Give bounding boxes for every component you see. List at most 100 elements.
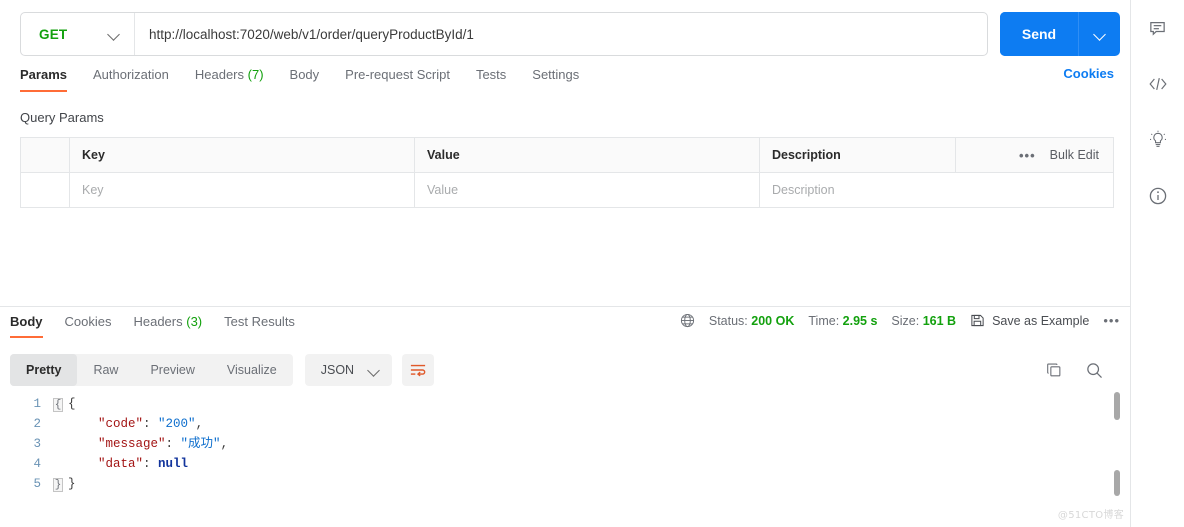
table-header-row: Key Value Description ••• Bulk Edit [21,138,1113,173]
row-key-input[interactable]: Key [70,173,415,207]
tab-settings[interactable]: Settings [532,66,579,92]
response-format-dropdown[interactable]: JSON [304,354,393,386]
send-button[interactable]: Send [1000,12,1078,56]
pane-divider[interactable] [0,306,1130,307]
view-mode-raw[interactable]: Raw [77,354,134,386]
fold-marker [50,454,66,474]
view-mode-segmented-control: Pretty Raw Preview Visualize [10,354,293,386]
tab-test-results[interactable]: Test Results [224,313,295,338]
http-method-dropdown[interactable]: GET [21,13,135,55]
scrollbar-thumb-top[interactable] [1114,392,1120,420]
tab-response-headers[interactable]: Headers (3) [133,313,202,338]
lightbulb-icon[interactable] [1142,124,1174,156]
fold-marker [50,414,66,434]
line-number: 4 [33,457,41,471]
watermark: @51CTO博客 [1057,510,1124,521]
time-label: Time: [808,313,840,328]
response-scrollbar[interactable] [1114,392,1120,522]
save-as-example-button[interactable]: Save as Example [970,313,1089,328]
tab-tests[interactable]: Tests [476,66,506,92]
http-method-label: GET [39,26,68,42]
response-body-viewer[interactable]: 1 2 3 4 5 { } { "code": "200", "message": "成… [0,390,1130,527]
header-key: Key [70,138,415,172]
fold-marker [50,434,66,454]
view-mode-preview[interactable]: Preview [134,354,210,386]
tab-label: Body [10,314,43,329]
code-line: { [68,397,76,411]
header-checkbox-cell [21,138,70,172]
search-button[interactable] [1085,361,1104,380]
size-info: Size: 161 B [891,314,956,328]
query-params-title: Query Params [20,110,104,125]
globe-icon [680,313,695,328]
more-options-icon[interactable]: ••• [1019,148,1036,163]
code-fold-column[interactable]: { } [50,390,66,527]
send-group: Send [1000,12,1120,56]
tab-pre-request-script[interactable]: Pre-request Script [345,66,450,92]
row-checkbox-cell[interactable] [21,173,70,207]
code-line: "message": "成功", [98,437,229,451]
line-number: 3 [33,437,41,451]
response-format-toolbar: Pretty Raw Preview Visualize JSON [10,353,1120,387]
tab-label: Headers [194,67,245,82]
tab-response-body[interactable]: Body [10,313,43,338]
bulk-edit-button[interactable]: Bulk Edit [1050,148,1099,162]
response-format-label: JSON [320,363,355,377]
tab-label: Cookies [64,314,112,329]
header-description: Description [760,138,956,172]
tab-label: Tests [475,67,507,82]
send-options-button[interactable] [1078,12,1120,56]
code-icon[interactable] [1142,68,1174,100]
code-line: } [68,477,76,491]
tab-label: Pre-request Script [345,67,450,82]
tab-label: Body [289,67,320,82]
tab-response-cookies[interactable]: Cookies [65,313,112,338]
time-value: 2.95 s [842,313,878,328]
scrollbar-thumb-bottom[interactable] [1114,470,1120,496]
tab-headers[interactable]: Headers (7) [195,66,264,92]
tab-params[interactable]: Params [20,66,67,92]
code-line: "code": "200", [98,417,204,431]
chevron-down-icon [368,364,380,376]
header-value: Value [415,138,760,172]
view-mode-visualize[interactable]: Visualize [211,354,293,386]
size-label: Size: [891,313,920,328]
info-icon[interactable] [1142,180,1174,212]
response-tools [1045,361,1120,380]
copy-button[interactable] [1045,361,1063,379]
url-box: GET [20,12,988,56]
status-label: Status: [708,313,748,328]
fold-marker[interactable]: { [50,394,66,414]
row-value-input[interactable]: Value [415,173,760,207]
response-more-options-icon[interactable]: ••• [1103,313,1120,328]
line-number-gutter: 1 2 3 4 5 [0,390,50,527]
tab-count: (3) [186,314,203,329]
code-line: "data": null [98,457,189,471]
view-mode-pretty[interactable]: Pretty [10,354,78,386]
chevron-down-icon [1094,28,1106,40]
tab-label: Params [20,67,67,82]
row-description-input[interactable]: Description [760,173,1113,207]
cookies-link[interactable]: Cookies [1063,66,1114,81]
url-input[interactable] [135,14,987,54]
comment-icon[interactable] [1142,12,1174,44]
size-value: 161 B [922,313,957,328]
line-number: 2 [33,417,41,431]
tab-label: Settings [532,67,580,82]
save-as-example-label: Save as Example [992,313,1090,328]
tab-authorization[interactable]: Authorization [93,66,169,92]
fold-marker[interactable]: } [50,474,66,494]
table-row: Key Value Description [21,173,1113,208]
table-actions: ••• Bulk Edit [956,138,1113,172]
status-info: Status: 200 OK [709,314,795,328]
status-value: 200 OK [751,313,795,328]
word-wrap-icon [410,363,426,377]
line-number: 5 [33,477,41,491]
response-meta: Status: 200 OK Time: 2.95 s Size: 161 B [680,313,1120,334]
word-wrap-button[interactable] [402,354,435,386]
tab-label: Headers [133,314,183,329]
time-info: Time: 2.95 s [808,314,877,328]
request-tabs: Params Authorization Headers (7) Body Pr… [0,66,1130,100]
tab-label: Test Results [224,314,295,329]
tab-body[interactable]: Body [290,66,320,92]
